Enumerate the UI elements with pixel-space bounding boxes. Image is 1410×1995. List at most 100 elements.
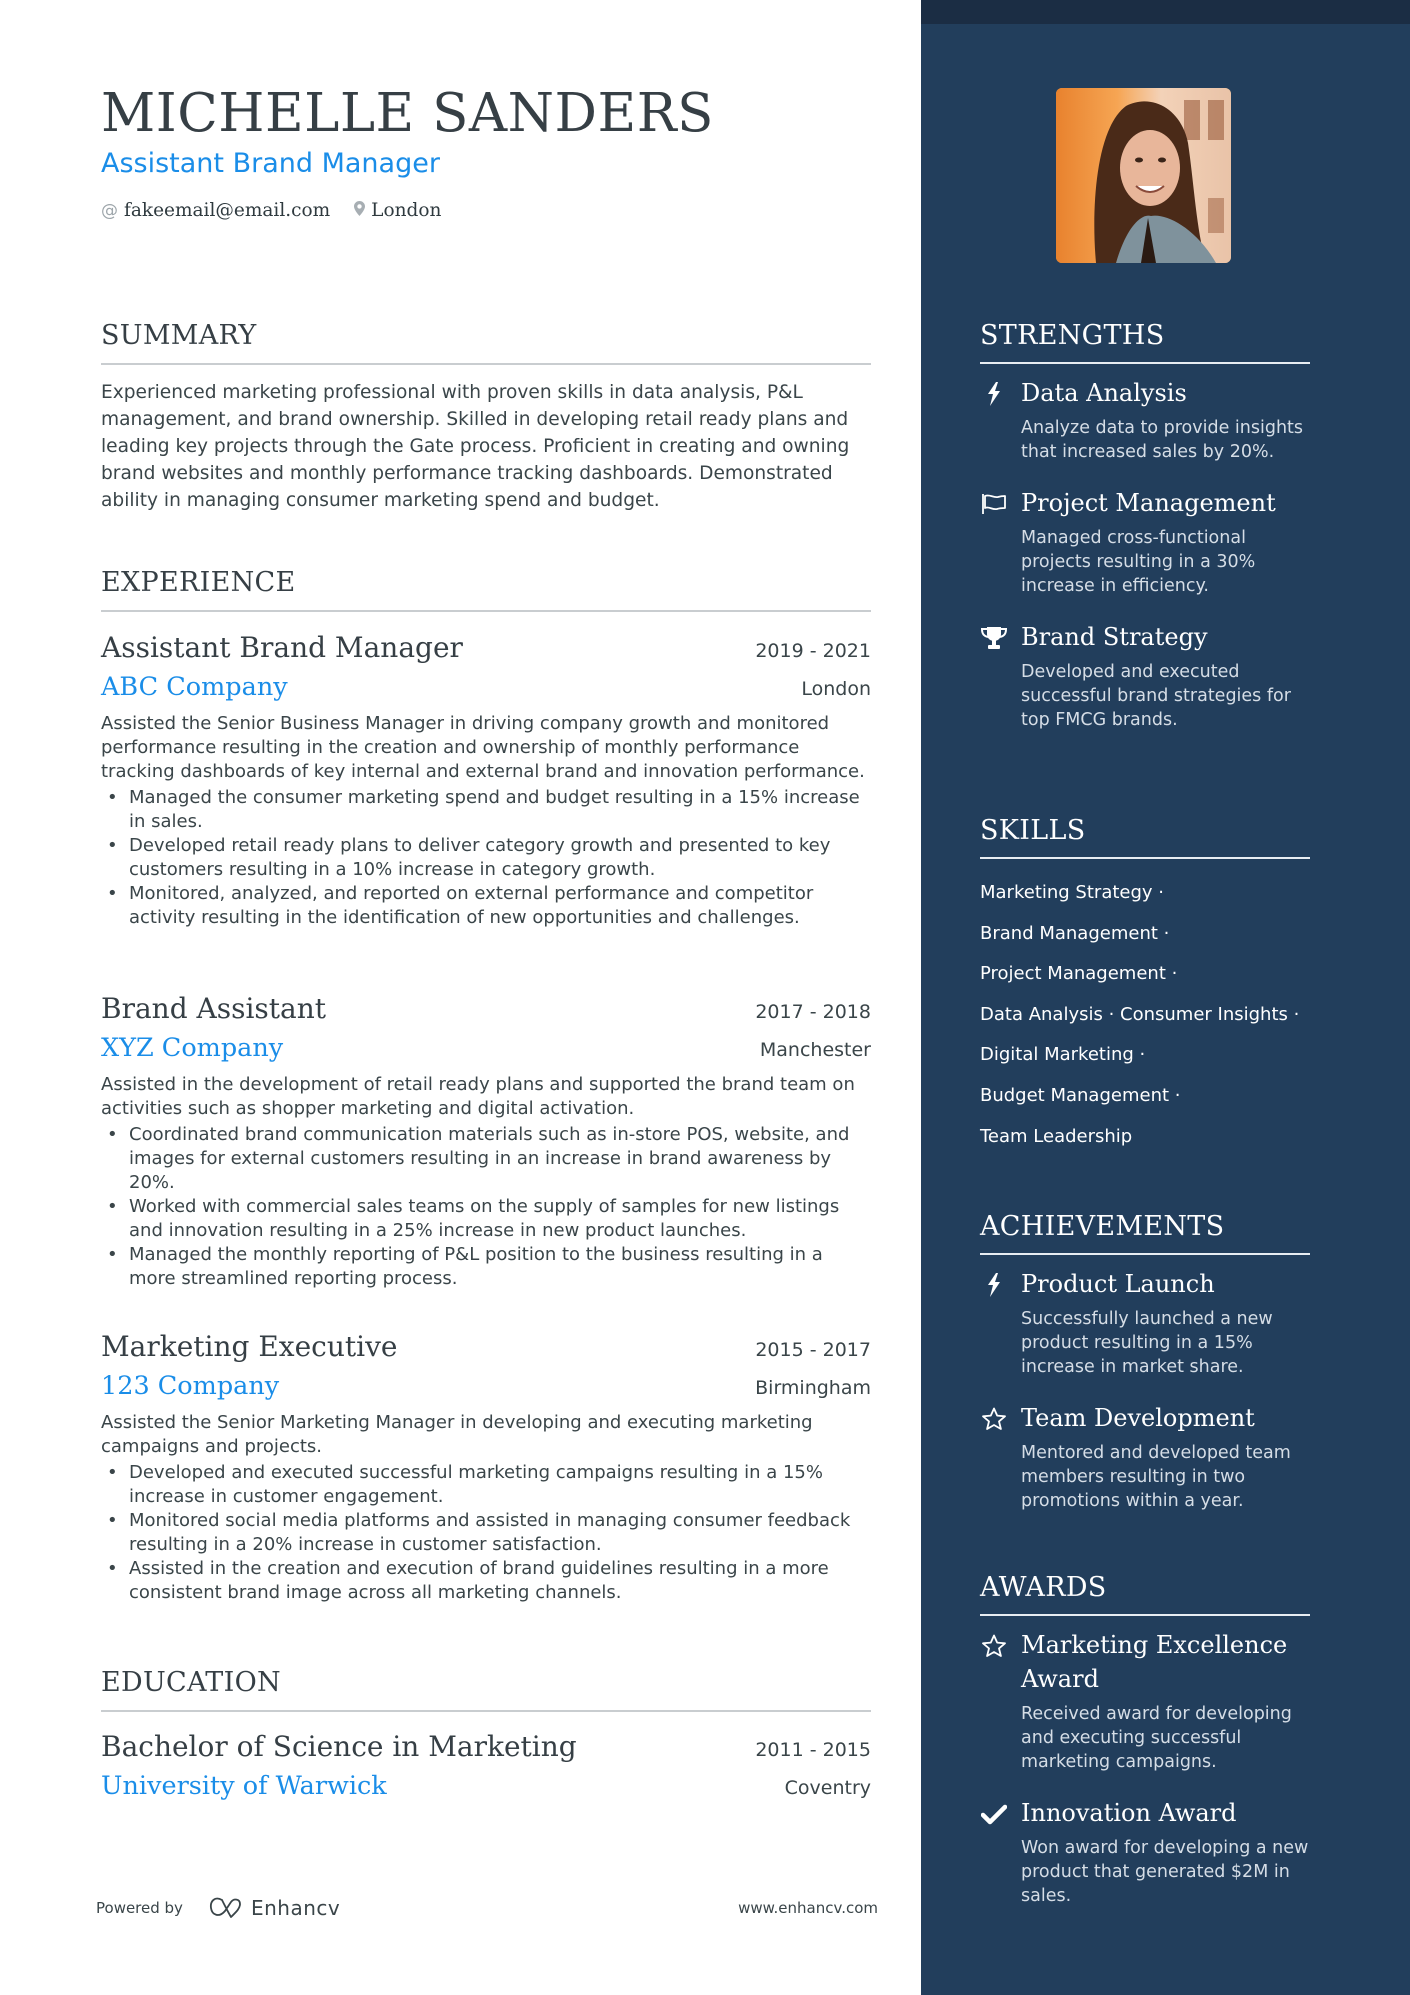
job-location: Manchester [759, 1039, 871, 1061]
sidebar: STRENGTHS Data Analysis Analyze data to … [921, 0, 1410, 1995]
achievement-item: Product Launch Successfully launched a n… [980, 1267, 1310, 1379]
candidate-title: Assistant Brand Manager [101, 148, 440, 179]
job-title: Marketing Executive [101, 1330, 398, 1363]
bullet-item: Monitored social media platforms and ass… [101, 1509, 871, 1557]
strength-title: Brand Strategy [1021, 623, 1208, 651]
experience-entry: Marketing Executive 2015 - 2017 123 Comp… [101, 1327, 871, 1605]
strength-description: Developed and executed successful brand … [1021, 662, 1291, 730]
job-description: Assisted the Senior Marketing Manager in… [101, 1412, 813, 1457]
section-divider [980, 857, 1310, 859]
bullet-item: Worked with commercial sales teams on th… [101, 1195, 871, 1243]
job-bullets: Managed the consumer marketing spend and… [101, 786, 871, 930]
education-section: EDUCATION [101, 1666, 871, 1712]
strength-description: Managed cross-functional projects result… [1021, 528, 1256, 596]
powered-by-label: Powered by [96, 1899, 183, 1917]
bullet-item: Developed retail ready plans to deliver … [101, 834, 871, 882]
lightning-icon [980, 380, 1008, 408]
section-divider [980, 1614, 1310, 1616]
education-location: Coventry [784, 1777, 871, 1799]
sidebar-top-band [921, 0, 1410, 24]
achievement-title: Team Development [1021, 1404, 1255, 1432]
section-divider [980, 362, 1310, 364]
job-title: Brand Assistant [101, 992, 327, 1025]
degree: Bachelor of Science in Marketing [101, 1730, 577, 1763]
job-company: ABC Company [101, 672, 288, 702]
job-location: London [801, 678, 871, 700]
skills-list: Marketing Strategy · Brand Management · … [980, 873, 1310, 1157]
job-dates: 2019 - 2021 [755, 640, 871, 662]
skills-heading: SKILLS [980, 815, 1086, 846]
skill-tag: Budget Management · [980, 1084, 1181, 1106]
skill-tag: Brand Management · [980, 922, 1170, 944]
bullet-item: Assisted in the creation and execution o… [101, 1557, 871, 1605]
website-link[interactable]: www.enhancv.com [738, 1899, 878, 1917]
education-heading: EDUCATION [101, 1667, 281, 1698]
profile-photo [1056, 88, 1231, 263]
email-link[interactable]: fakeemail@email.com [124, 200, 330, 221]
strength-item: Project Management Managed cross-functio… [980, 486, 1310, 598]
lightning-icon [980, 1271, 1008, 1299]
strengths-section: STRENGTHS Data Analysis Analyze data to … [980, 319, 1310, 732]
experience-entry: Assistant Brand Manager 2019 - 2021 ABC … [101, 628, 871, 930]
award-title: Innovation Award [1021, 1799, 1237, 1827]
summary-section: SUMMARY Experienced marketing profession… [101, 319, 871, 514]
summary-heading: SUMMARY [101, 320, 257, 351]
award-title: Marketing Excellence Award [1021, 1631, 1288, 1693]
strength-description: Analyze data to provide insights that in… [1021, 418, 1304, 462]
skill-tag: Marketing Strategy · [980, 882, 1164, 903]
experience-entry: Brand Assistant 2017 - 2018 XYZ Company … [101, 989, 871, 1291]
enhancv-logo-icon [209, 1897, 241, 1918]
footer: Powered by Enhancv www.enhancv.com [96, 1893, 878, 1923]
enhancv-brand: Enhancv [250, 1896, 341, 1920]
school-name: University of Warwick [101, 1771, 387, 1801]
bullet-item: Developed and executed successful market… [101, 1461, 871, 1509]
job-dates: 2015 - 2017 [755, 1339, 871, 1361]
strength-item: Data Analysis Analyze data to provide in… [980, 376, 1310, 464]
strength-title: Data Analysis [1021, 379, 1187, 407]
experience-heading: EXPERIENCE [101, 567, 296, 598]
achievements-section: ACHIEVEMENTS Product Launch Successfully… [980, 1210, 1310, 1513]
job-description: Assisted the Senior Business Manager in … [101, 713, 865, 782]
skill-tag: Project Management · [980, 963, 1178, 985]
award-description: Won award for developing a new product t… [1021, 1838, 1309, 1906]
skill-tag: Digital Marketing · [980, 1044, 1146, 1066]
awards-section: AWARDS Marketing Excellence Award Receiv… [980, 1571, 1310, 1908]
strength-title: Project Management [1021, 489, 1276, 517]
job-description: Assisted in the development of retail re… [101, 1074, 855, 1119]
job-company: 123 Company [101, 1371, 280, 1401]
award-description: Received award for developing and execut… [1021, 1704, 1292, 1772]
at-icon: @ [101, 200, 118, 221]
award-item: Innovation Award Won award for developin… [980, 1796, 1310, 1908]
strength-item: Brand Strategy Developed and executed su… [980, 620, 1310, 732]
summary-text: Experienced marketing professional with … [101, 382, 850, 511]
achievement-description: Mentored and developed team members resu… [1021, 1443, 1291, 1511]
checkmark-icon [980, 1800, 1008, 1828]
strengths-heading: STRENGTHS [980, 320, 1165, 351]
skills-section: SKILLS Marketing Strategy · Brand Manage… [980, 814, 1310, 1157]
flag-icon [980, 490, 1008, 518]
job-location: Birmingham [755, 1377, 871, 1399]
bullet-item: Monitored, analyzed, and reported on ext… [101, 882, 871, 930]
achievement-item: Team Development Mentored and developed … [980, 1401, 1310, 1513]
education-dates: 2011 - 2015 [755, 1739, 871, 1761]
education-entry: Bachelor of Science in Marketing 2011 - … [101, 1727, 871, 1805]
map-pin-icon [354, 200, 366, 221]
skill-tag: Data Analysis · Consumer Insights · [980, 1003, 1300, 1025]
job-bullets: Coordinated brand communication material… [101, 1123, 871, 1291]
skill-tag: Team Leadership [980, 1125, 1133, 1147]
section-divider [101, 363, 871, 365]
location-text: London [371, 200, 442, 221]
experience-section: EXPERIENCE [101, 566, 871, 612]
job-dates: 2017 - 2018 [755, 1001, 871, 1023]
section-divider [101, 1710, 871, 1712]
achievements-heading: ACHIEVEMENTS [980, 1211, 1225, 1242]
section-divider [980, 1253, 1310, 1255]
bullet-item: Managed the consumer marketing spend and… [101, 786, 871, 834]
star-icon [980, 1632, 1008, 1660]
candidate-name: MICHELLE SANDERS [101, 83, 714, 144]
enhancv-logo[interactable]: Enhancv [209, 1896, 340, 1920]
bullet-item: Coordinated brand communication material… [101, 1123, 871, 1195]
achievement-description: Successfully launched a new product resu… [1021, 1309, 1273, 1377]
achievement-title: Product Launch [1021, 1270, 1215, 1298]
award-item: Marketing Excellence Award Received awar… [980, 1628, 1310, 1774]
